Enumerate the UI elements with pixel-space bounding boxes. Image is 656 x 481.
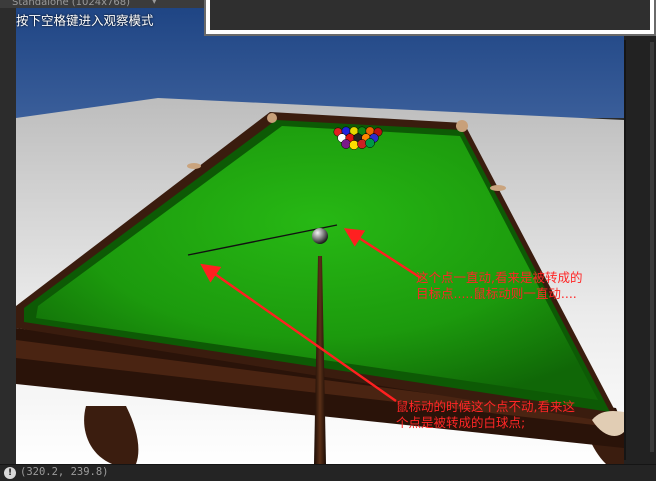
chevron-down-icon[interactable]: ▾ — [152, 0, 157, 7]
right-side-panel — [624, 36, 656, 464]
pocket-mid-left — [187, 163, 201, 169]
left-gutter — [0, 8, 16, 464]
pocket-top-right — [456, 120, 468, 132]
billiards-scene — [16, 8, 624, 464]
status-bar: ! (320.2, 239.8) — [0, 464, 656, 481]
pocket-mid-right — [490, 185, 506, 191]
panel-scrollbar[interactable] — [650, 42, 654, 452]
overlay-window — [204, 0, 656, 36]
observe-mode-hint: 按下空格键进入观察模式 — [16, 13, 154, 28]
overlay-window-content — [210, 0, 650, 30]
info-icon: ! — [4, 467, 16, 479]
annotation-target-point: 这个点一直动,看来是被转成的 目标点.....鼠标动则一直动.... — [416, 270, 583, 301]
game-viewport[interactable]: 按下空格键进入观察模式 — [16, 8, 624, 464]
mouse-coordinates: (320.2, 239.8) — [20, 466, 109, 478]
window-title: Standalone (1024x768) — [12, 0, 131, 8]
annotation-cue-ball-point: 鼠标动的时候这个点不动,看来这 个点是被转成的白球点; — [396, 399, 575, 430]
panel-divider[interactable] — [624, 40, 626, 460]
cue-ball — [312, 228, 328, 244]
pocket-top-left — [267, 113, 277, 123]
